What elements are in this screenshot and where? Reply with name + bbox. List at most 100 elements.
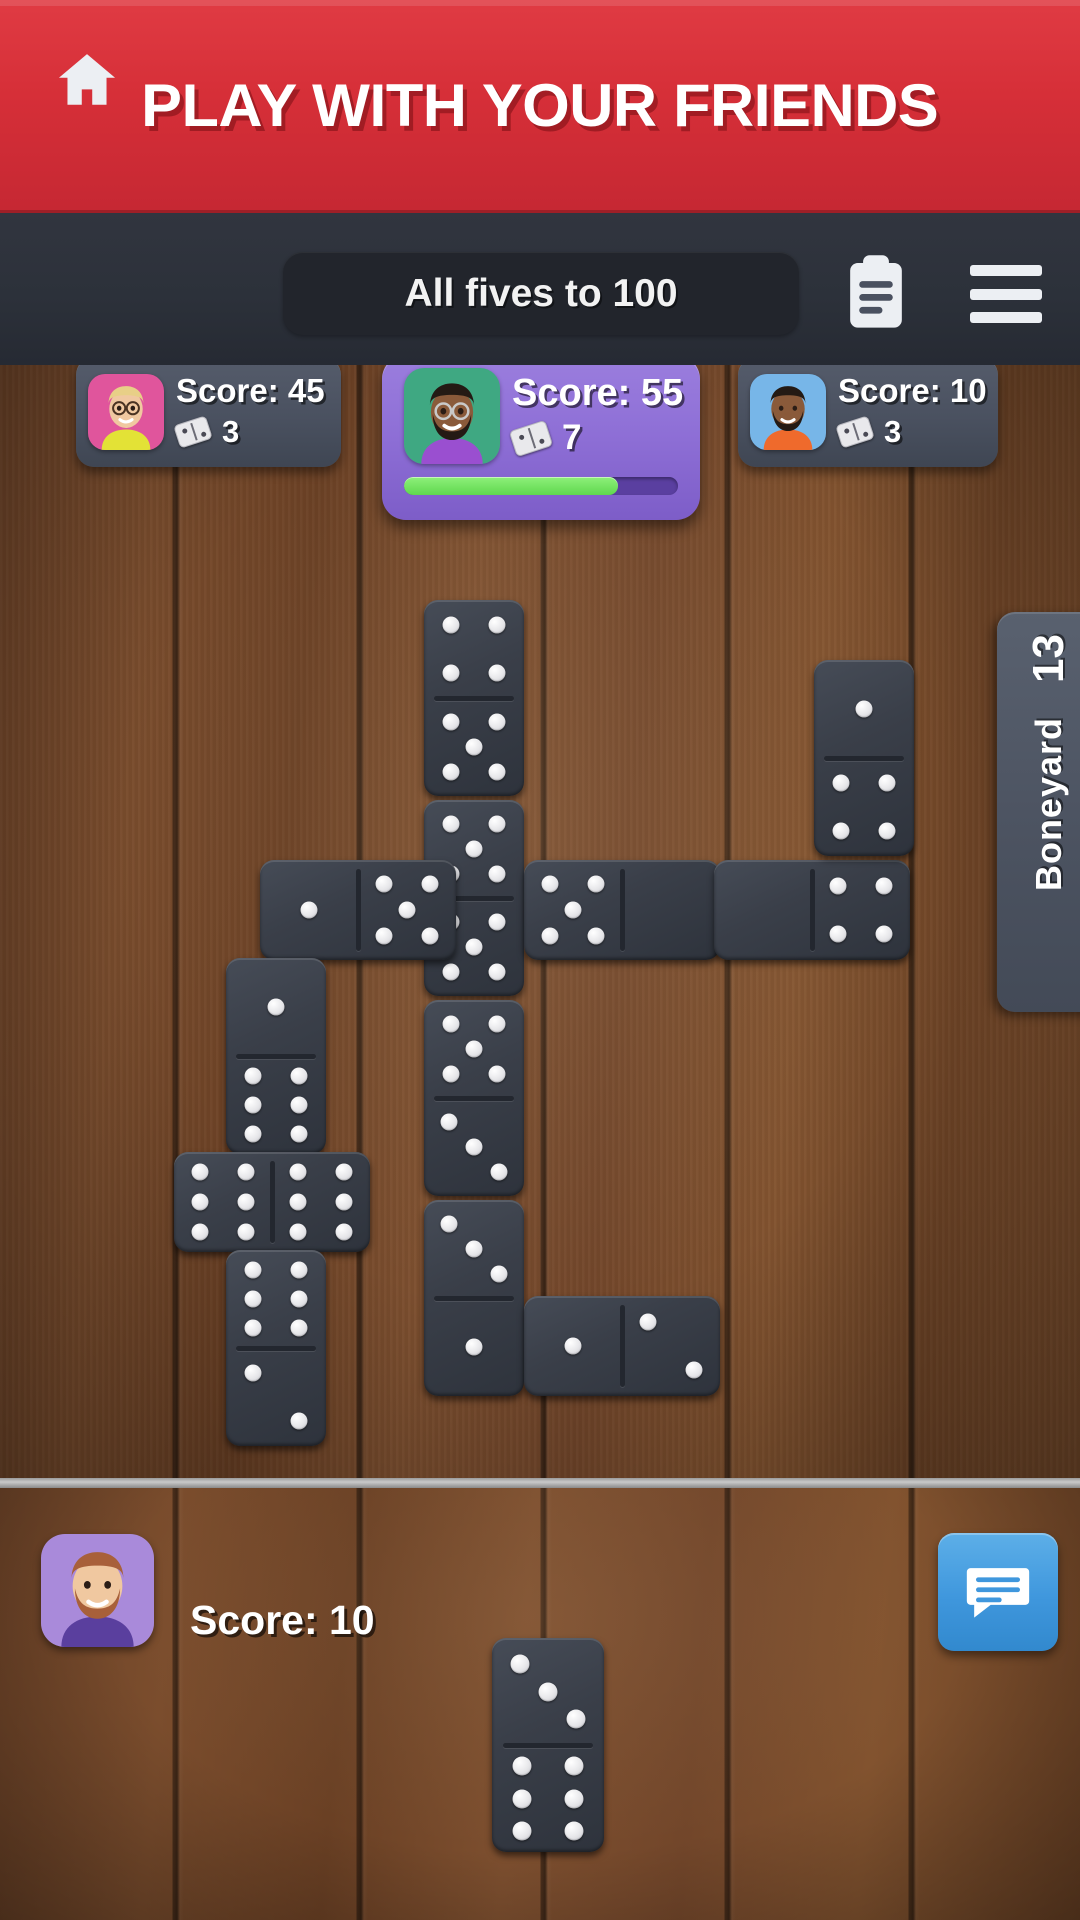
domino-pip bbox=[290, 1412, 308, 1430]
domino-pip bbox=[510, 1654, 530, 1674]
domino-pip bbox=[855, 700, 873, 718]
domino-pip bbox=[465, 738, 483, 756]
domino-pip bbox=[289, 1163, 307, 1181]
domino-pip bbox=[375, 875, 393, 893]
menu-button[interactable] bbox=[970, 265, 1042, 323]
domino-pip bbox=[512, 1756, 532, 1776]
domino-pip bbox=[465, 1138, 483, 1156]
hand-tile-3-6[interactable] bbox=[492, 1638, 604, 1852]
domino-pip bbox=[512, 1789, 532, 1808]
tile-6-6-horizontal[interactable] bbox=[174, 1152, 370, 1252]
domino-pip bbox=[488, 865, 506, 883]
domino-pip bbox=[335, 1193, 353, 1211]
domino-half-b bbox=[812, 860, 910, 960]
domino-pip bbox=[290, 1067, 308, 1085]
domino-pip bbox=[488, 763, 506, 781]
player-hand-area[interactable] bbox=[0, 1488, 1080, 1920]
domino-pip bbox=[442, 963, 460, 981]
domino-pip bbox=[191, 1193, 209, 1211]
domino-half-a bbox=[524, 1296, 622, 1396]
domino-pip bbox=[244, 1261, 262, 1279]
tile-0-4-horizontal[interactable] bbox=[714, 860, 910, 960]
domino-pip bbox=[289, 1223, 307, 1241]
domino-pip bbox=[829, 877, 847, 895]
domino-half-a bbox=[814, 660, 914, 758]
domino-pip bbox=[639, 1313, 657, 1331]
domino-pip bbox=[829, 925, 847, 943]
player-panel-left[interactable]: Score: 45 3 bbox=[76, 357, 341, 467]
domino-pip bbox=[465, 1338, 483, 1356]
scoreboard-button[interactable] bbox=[845, 255, 907, 333]
domino-pip bbox=[832, 774, 850, 792]
tile-5-3-vertical[interactable] bbox=[424, 1000, 524, 1196]
player-panel-right[interactable]: Score: 10 3 bbox=[738, 357, 998, 467]
domino-pip bbox=[875, 925, 893, 943]
domino-pip bbox=[465, 840, 483, 858]
domino-half-a bbox=[226, 958, 326, 1056]
domino-pip bbox=[290, 1096, 308, 1114]
domino-pip bbox=[442, 763, 460, 781]
domino-pip bbox=[237, 1223, 255, 1241]
domino-pip bbox=[421, 927, 439, 945]
domino-pip bbox=[442, 1015, 460, 1033]
domino-pip bbox=[442, 815, 460, 833]
domino-pip bbox=[878, 822, 896, 840]
domino-pip bbox=[289, 1193, 307, 1211]
domino-half-b bbox=[814, 758, 914, 856]
domino-pip bbox=[564, 1756, 584, 1776]
domino-half-b bbox=[226, 1056, 326, 1154]
tile-1-5-horizontal[interactable] bbox=[260, 860, 456, 960]
domino-pip bbox=[290, 1290, 308, 1308]
tile-0-2-horizontal[interactable] bbox=[524, 1296, 720, 1396]
home-button[interactable] bbox=[42, 44, 132, 116]
domino-pip bbox=[300, 901, 318, 919]
domino-half-a bbox=[714, 860, 812, 960]
tile-4-5-vertical[interactable] bbox=[424, 600, 524, 796]
domino-pip bbox=[267, 998, 285, 1016]
domino-half-b bbox=[424, 1098, 524, 1196]
boneyard-count: 13 bbox=[1024, 634, 1073, 683]
home-icon bbox=[51, 47, 123, 113]
turn-timer-track bbox=[404, 477, 678, 495]
domino-half-a bbox=[492, 1638, 604, 1745]
domino-pip bbox=[398, 901, 416, 919]
game-mode-button[interactable]: All fives to 100 bbox=[283, 252, 799, 335]
ad-banner[interactable]: PLAY WITH YOUR FRIENDS bbox=[0, 0, 1080, 213]
domino-pip bbox=[564, 1821, 584, 1841]
hand-divider bbox=[0, 1478, 1080, 1488]
turn-timer-progress bbox=[404, 477, 618, 495]
domino-pip bbox=[290, 1125, 308, 1143]
domino-pip bbox=[465, 1040, 483, 1058]
domino-pip bbox=[587, 875, 605, 893]
domino-pip bbox=[442, 713, 460, 731]
domino-pip bbox=[490, 1265, 508, 1283]
player-panel-center-active[interactable]: Score: 55 7 bbox=[382, 355, 700, 520]
domino-pip bbox=[465, 1240, 483, 1258]
domino-pip bbox=[488, 913, 506, 931]
domino-half-b bbox=[272, 1152, 370, 1252]
domino-pip bbox=[421, 875, 439, 893]
tile-6-2-vertical[interactable] bbox=[226, 1250, 326, 1446]
clipboard-icon bbox=[845, 255, 907, 333]
chat-bubble-icon bbox=[965, 1564, 1031, 1620]
domino-pip bbox=[244, 1364, 262, 1382]
domino-pip bbox=[290, 1261, 308, 1279]
domino-half-a bbox=[524, 860, 622, 960]
chat-button[interactable] bbox=[938, 1533, 1058, 1651]
domino-pip bbox=[488, 616, 506, 634]
tile-1-4-vertical[interactable] bbox=[814, 660, 914, 856]
domino-pip bbox=[564, 1789, 584, 1808]
domino-pip bbox=[490, 1163, 508, 1181]
tile-1-3-vertical[interactable] bbox=[226, 958, 326, 1154]
domino-pip bbox=[290, 1319, 308, 1337]
domino-half-a bbox=[424, 600, 524, 698]
domino-pip bbox=[564, 901, 582, 919]
domino-pip bbox=[335, 1223, 353, 1241]
boneyard-panel[interactable]: 13 Boneyard bbox=[997, 612, 1080, 1012]
tile-5-0-horizontal[interactable] bbox=[524, 860, 720, 960]
domino-half-b bbox=[492, 1745, 604, 1852]
domino-pip bbox=[440, 1215, 458, 1233]
tile-3-1-vertical[interactable] bbox=[424, 1200, 524, 1396]
domino-pip bbox=[488, 664, 506, 682]
avatar[interactable] bbox=[41, 1534, 154, 1647]
